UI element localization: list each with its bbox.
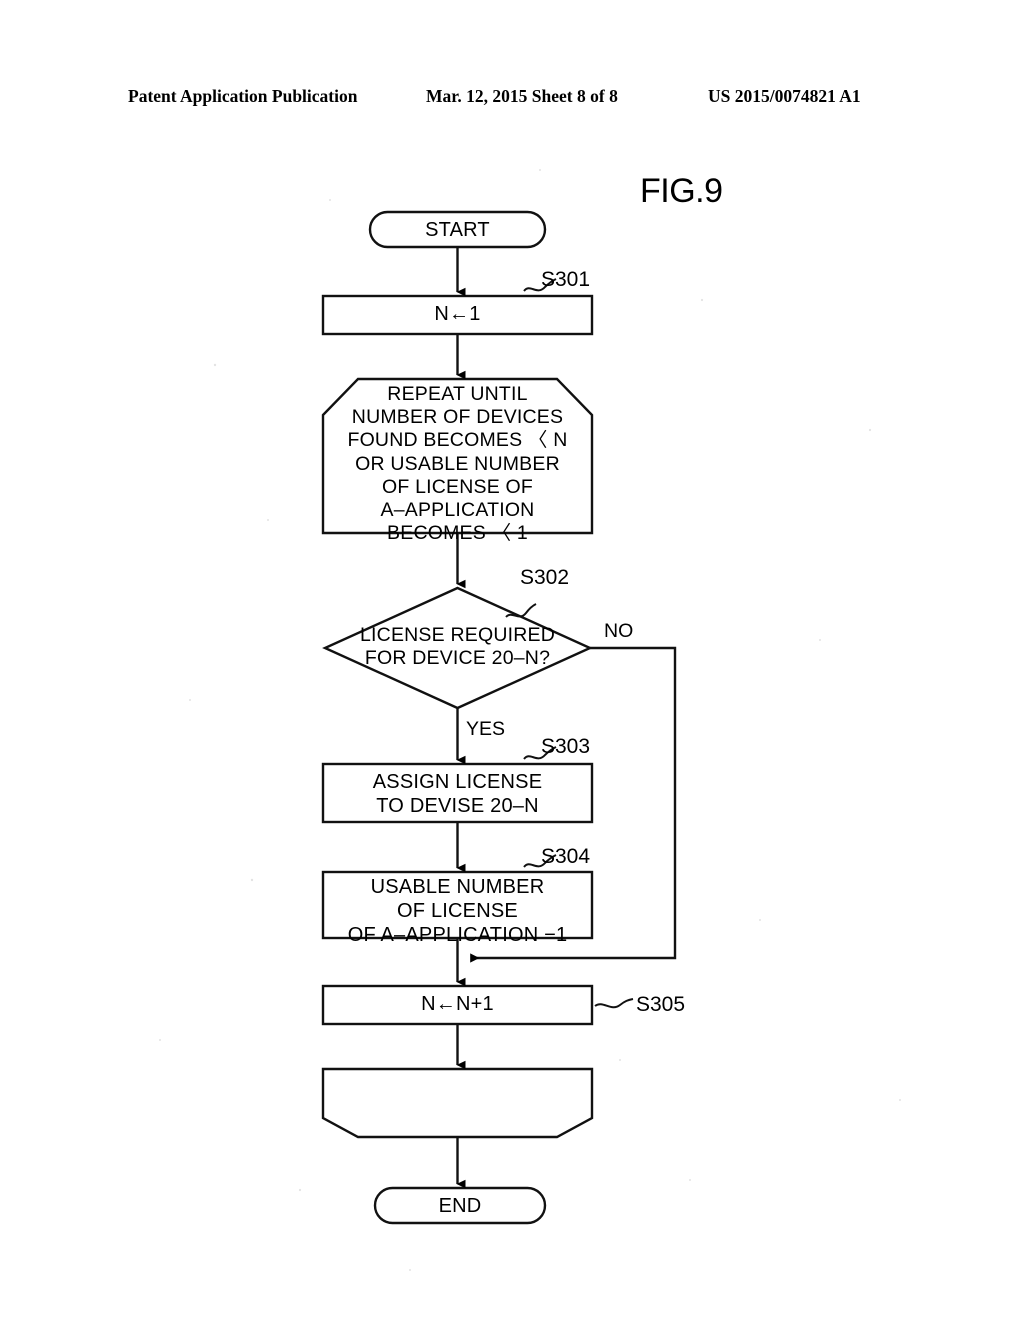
step-label-s303: S303 — [541, 735, 591, 758]
node-end-label: END — [438, 1195, 482, 1217]
leader-s302 — [505, 603, 537, 618]
branch-label-yes: YES — [466, 718, 506, 740]
node-loop-begin-label: REPEAT UNTIL NUMBER OF DEVICES FOUND BEC… — [347, 383, 568, 545]
step-label-s305: S305 — [636, 993, 686, 1016]
node-s303-label: ASSIGN LICENSE TO DEVISE 20–N — [372, 771, 543, 817]
node-s301-label: N←1 — [434, 303, 481, 325]
node-start-label: START — [425, 219, 490, 241]
step-label-s302: S302 — [520, 566, 570, 589]
leader-s305 — [594, 998, 634, 1009]
node-s302-label: LICENSE REQUIRED FOR DEVICE 20–N? — [360, 624, 555, 670]
step-label-s304: S304 — [541, 845, 591, 868]
branch-label-no: NO — [604, 620, 634, 642]
step-label-s301: S301 — [541, 268, 591, 291]
node-s305-label: N←N+1 — [421, 993, 494, 1015]
patent-drawing-page: Patent Application Publication Mar. 12, … — [0, 0, 1024, 1320]
node-s304-label: USABLE NUMBER OF LICENSE OF A–APPLICATIO… — [347, 876, 568, 946]
node-loop-end-shape — [321, 1067, 594, 1139]
